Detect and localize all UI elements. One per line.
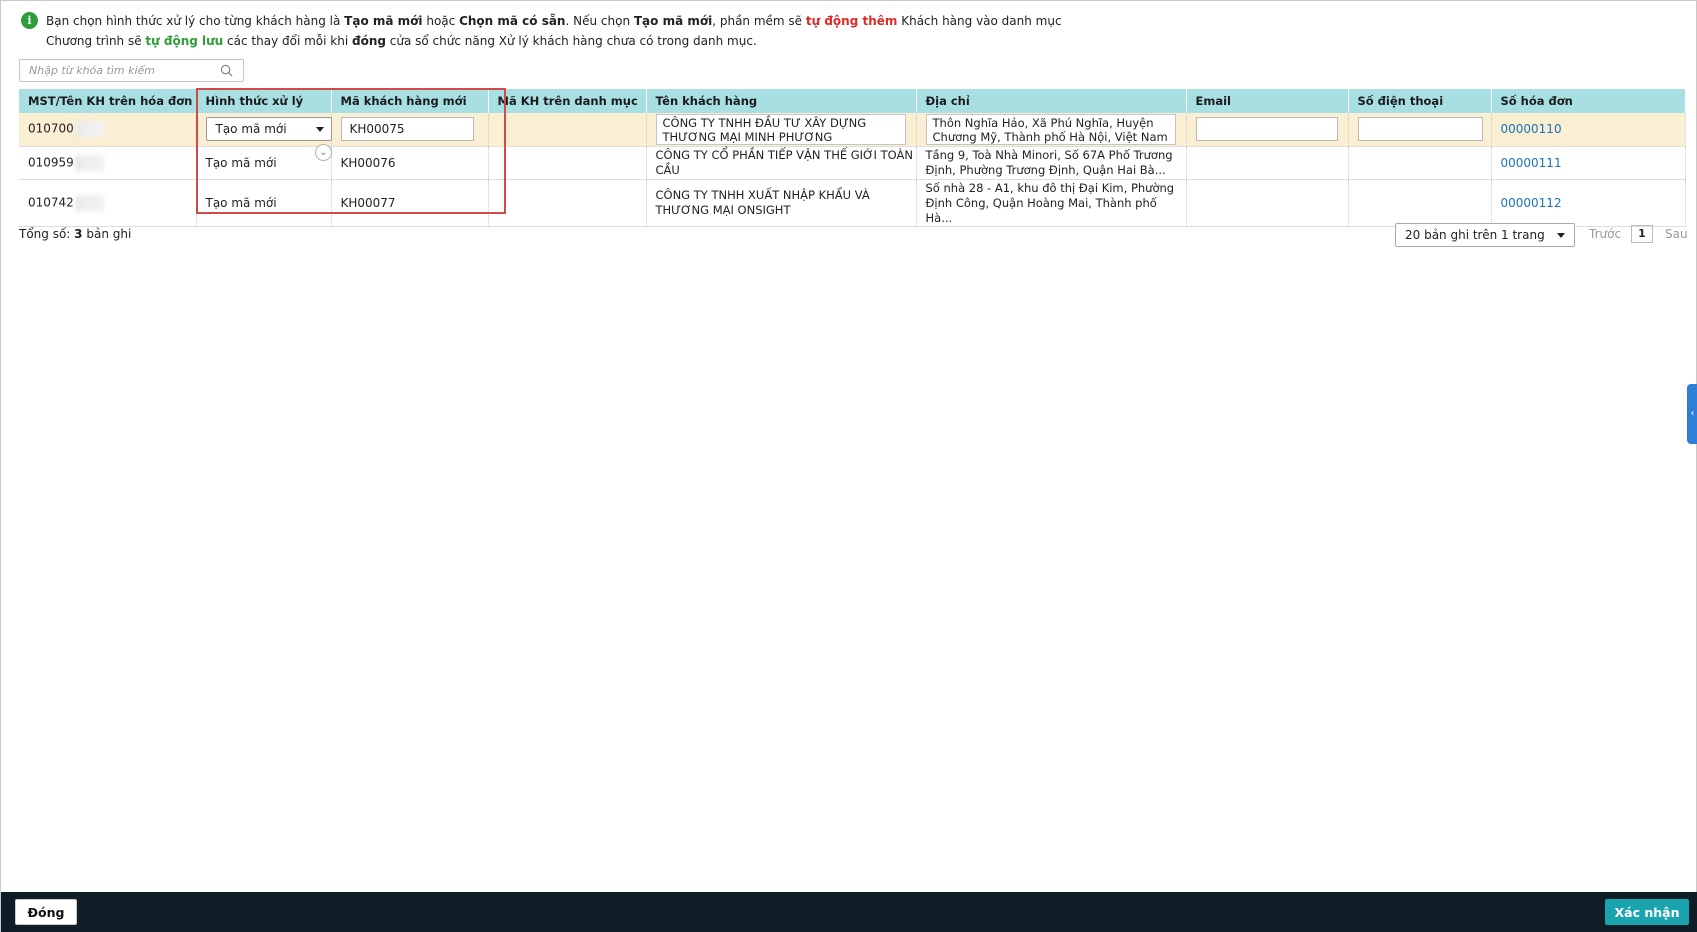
cell-method[interactable]: Tạo mã mới bbox=[196, 146, 332, 180]
table-row[interactable]: 010742 Tạo mã mới KH00077 CÔNG TY TNHH X… bbox=[19, 179, 1686, 227]
notice-text-segment: đóng bbox=[351, 34, 386, 48]
search-box[interactable] bbox=[19, 59, 244, 82]
table-row[interactable]: 010700 Tạo mã mới CÔNG TY TNHH ĐẦU TƯ XÂ… bbox=[19, 113, 1686, 147]
table-row[interactable]: 010959 Tạo mã mới KH00076 CÔNG TY CỔ PHẦ… bbox=[19, 146, 1686, 180]
notice-text-segment: Bạn chọn hình thức xử lý cho từng khách … bbox=[46, 14, 345, 28]
chevron-left-icon: ‹ bbox=[1690, 408, 1695, 419]
notice-text-segment: Tạo mã mới bbox=[633, 14, 713, 28]
cell-email[interactable] bbox=[1186, 179, 1349, 227]
cell-list-code[interactable] bbox=[488, 113, 647, 147]
cell-address[interactable]: Tầng 9, Toà Nhà Minori, Số 67A Phố Trươn… bbox=[916, 146, 1187, 180]
chevron-down-icon[interactable]: ⌄ bbox=[315, 144, 332, 161]
cell-mst: 010700 bbox=[19, 113, 197, 147]
cell-phone[interactable] bbox=[1348, 146, 1492, 180]
col-header-address[interactable]: Địa chỉ bbox=[916, 89, 1187, 113]
cell-name[interactable]: CÔNG TY TNHH XUẤT NHẬP KHẨU VÀ THƯƠNG MẠ… bbox=[646, 179, 917, 227]
info-icon: i bbox=[21, 12, 38, 29]
cell-mst: 010742 bbox=[19, 179, 197, 227]
notice-text-segment: Khách hàng vào danh mục bbox=[897, 14, 1062, 28]
redacted-mask bbox=[74, 121, 105, 138]
col-header-name[interactable]: Tên khách hàng bbox=[646, 89, 917, 113]
page-size-select[interactable]: 20 bản ghi trên 1 trang bbox=[1395, 223, 1575, 247]
cell-address[interactable]: Số nhà 28 - A1, khu đô thị Đại Kim, Phườ… bbox=[916, 179, 1187, 227]
caret-down-icon bbox=[1557, 233, 1565, 238]
cell-email bbox=[1186, 113, 1349, 147]
notice-text-segment: Chọn mã có sẵn bbox=[459, 14, 566, 28]
current-page[interactable]: 1 bbox=[1631, 225, 1653, 243]
next-page-button[interactable]: Sau bbox=[1665, 227, 1688, 241]
name-field[interactable]: CÔNG TY TNHH ĐẦU TƯ XÂY DỰNG THƯƠNG MẠI … bbox=[655, 113, 906, 145]
record-summary: Tổng số: 3 bản ghi bbox=[19, 227, 132, 241]
dialog-window: i Bạn chọn hình thức xử lý cho từng khác… bbox=[0, 0, 1697, 932]
notice-text-segment: các thay đổi mỗi khi bbox=[223, 34, 352, 48]
cell-new-code[interactable]: KH00077 bbox=[331, 179, 489, 227]
prev-page-button[interactable]: Trước bbox=[1589, 227, 1621, 241]
invoice-link[interactable]: 00000111 bbox=[1501, 156, 1562, 170]
notice-text-segment: Chương trình sẽ bbox=[46, 34, 146, 48]
cell-method: Tạo mã mới bbox=[196, 113, 332, 147]
collapse-panel-tab[interactable]: ‹ bbox=[1687, 384, 1697, 444]
search-input[interactable] bbox=[20, 60, 215, 81]
col-header-list-code[interactable]: Mã KH trên danh mục bbox=[488, 89, 647, 113]
table-header: MST/Tên KH trên hóa đơn Hình thức xử lý … bbox=[19, 89, 1686, 113]
new-code-input[interactable] bbox=[340, 117, 474, 142]
cell-phone bbox=[1348, 113, 1492, 147]
email-input[interactable] bbox=[1195, 117, 1338, 142]
cell-name[interactable]: CÔNG TY CỔ PHẦN TIẾP VẬN THẾ GIỚI TOÀN C… bbox=[646, 146, 917, 180]
notice-line-2: Chương trình sẽ tự động lưu các thay đổi… bbox=[46, 34, 757, 48]
notice-line-1: Bạn chọn hình thức xử lý cho từng khách … bbox=[46, 14, 1062, 28]
col-header-mst[interactable]: MST/Tên KH trên hóa đơn bbox=[19, 89, 197, 113]
invoice-link[interactable]: 00000110 bbox=[1501, 122, 1562, 136]
cell-mst: 010959 bbox=[19, 146, 197, 180]
phone-input[interactable] bbox=[1357, 117, 1483, 142]
redacted-mask bbox=[74, 154, 105, 171]
notice-text-segment: , phần mềm sẽ bbox=[712, 14, 806, 28]
cell-name: CÔNG TY TNHH ĐẦU TƯ XÂY DỰNG THƯƠNG MẠI … bbox=[646, 113, 917, 147]
footer-bar: Đóng Xác nhận bbox=[1, 892, 1697, 932]
customer-table: MST/Tên KH trên hóa đơn Hình thức xử lý … bbox=[19, 89, 1686, 227]
col-header-method[interactable]: Hình thức xử lý bbox=[196, 89, 332, 113]
cell-invoice: 00000110 bbox=[1491, 113, 1686, 147]
close-button[interactable]: Đóng bbox=[15, 899, 77, 925]
caret-down-icon bbox=[315, 127, 324, 133]
notice-text-segment: tự động lưu bbox=[145, 34, 224, 48]
redacted-mask bbox=[74, 194, 105, 211]
col-header-phone[interactable]: Số điện thoại bbox=[1348, 89, 1492, 113]
confirm-button[interactable]: Xác nhận bbox=[1605, 899, 1689, 925]
search-icon[interactable] bbox=[220, 64, 233, 77]
cell-address: Thôn Nghĩa Hảo, Xã Phú Nghĩa, Huyện Chươ… bbox=[916, 113, 1187, 147]
notice-text-segment: cửa sổ chức năng Xử lý khách hàng chưa c… bbox=[385, 34, 757, 48]
cell-new-code[interactable]: KH00076 bbox=[331, 146, 489, 180]
cell-phone[interactable] bbox=[1348, 179, 1492, 227]
cell-new-code bbox=[331, 113, 489, 147]
col-header-new-code[interactable]: Mã khách hàng mới bbox=[331, 89, 489, 113]
address-field[interactable]: Thôn Nghĩa Hảo, Xã Phú Nghĩa, Huyện Chươ… bbox=[925, 113, 1176, 145]
col-header-email[interactable]: Email bbox=[1186, 89, 1349, 113]
cell-method[interactable]: Tạo mã mới bbox=[196, 179, 332, 227]
method-select[interactable]: Tạo mã mới bbox=[205, 117, 332, 142]
cell-list-code[interactable] bbox=[488, 146, 647, 180]
col-header-invoice[interactable]: Số hóa đơn bbox=[1491, 89, 1686, 113]
notice-text-segment: hoặc bbox=[422, 14, 460, 28]
cell-list-code[interactable] bbox=[488, 179, 647, 227]
notice-text-segment: Tạo mã mới bbox=[344, 14, 423, 28]
notice-text-segment: . Nếu chọn bbox=[565, 14, 634, 28]
cell-email[interactable] bbox=[1186, 146, 1349, 180]
notice-text-segment: tự động thêm bbox=[805, 14, 898, 28]
cell-invoice: 00000111 bbox=[1491, 146, 1686, 180]
cell-invoice: 00000112 bbox=[1491, 179, 1686, 227]
invoice-link[interactable]: 00000112 bbox=[1501, 196, 1562, 210]
